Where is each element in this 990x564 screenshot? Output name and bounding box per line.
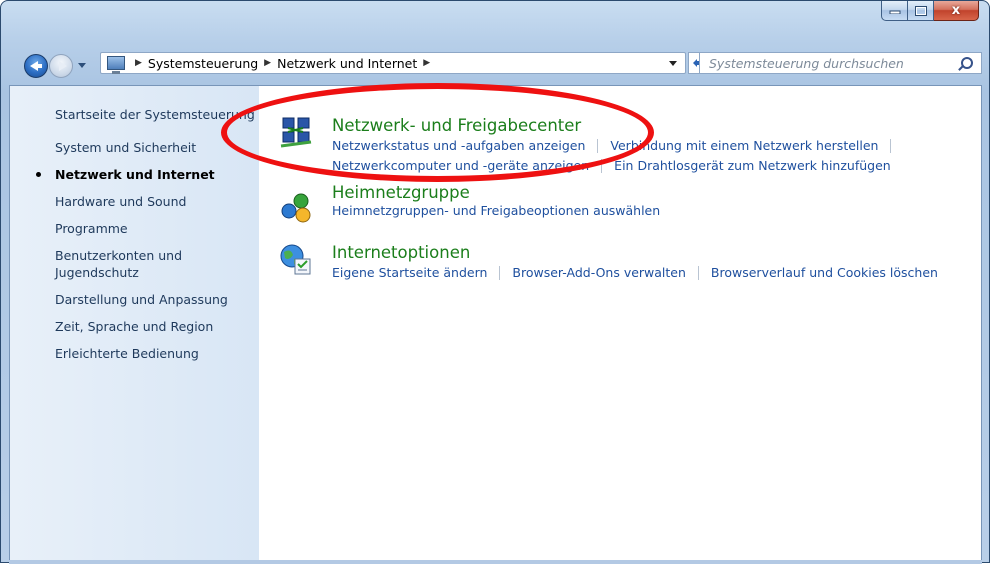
sidebar-item-user-accounts[interactable]: Benutzerkonten und Jugendschutz [10,247,195,281]
category-title[interactable]: Netzwerk- und Freigabecenter [332,116,581,135]
link-change-home-page[interactable]: Eigene Startseite ändern [332,265,487,280]
link-connect-network[interactable]: Verbindung mit einem Netzwerk herstellen [610,138,878,153]
recent-pages-dropdown[interactable] [78,63,86,68]
sidebar: Startseite der Systemsteuerung System un… [10,86,259,564]
maximize-icon [914,5,927,16]
category-title[interactable]: Heimnetzgruppe [332,183,470,202]
window-bottom-border [9,560,982,564]
control-panel-icon [107,56,125,74]
search-box[interactable]: Systemsteuerung durchsuchen [699,52,982,74]
link-separator [499,265,501,280]
link-separator [890,138,892,153]
sidebar-item-ease-of-access[interactable]: Erleichterte Bedienung [10,345,259,362]
link-network-status[interactable]: Netzwerkstatus und -aufgaben anzeigen [332,138,585,153]
forward-button[interactable] [49,54,73,78]
sidebar-item-hardware-sound[interactable]: Hardware und Sound [10,193,259,210]
internet-options-icon [280,244,311,275]
link-homegroup-options[interactable]: Heimnetzgruppen- und Freigabeoptionen au… [332,203,660,218]
breadcrumb-separator-icon[interactable]: ▶ [135,58,142,68]
breadcrumb-separator-icon[interactable]: ▶ [264,58,271,68]
window-frame: x ▶ Systemsteuerung ▶ Netzwerk und Inter… [0,0,990,564]
category-links-row: Netzwerkcomputer und -geräte anzeigen Ei… [332,158,891,173]
sidebar-item-system-security[interactable]: System und Sicherheit [10,139,259,156]
main-panel: Netzwerk- und Freigabecenter Netzwerksta… [259,86,981,564]
navigation-bar: ▶ Systemsteuerung ▶ Netzwerk und Interne… [8,51,982,81]
breadcrumb-separator-icon[interactable]: ▶ [423,58,430,68]
link-manage-addons[interactable]: Browser-Add-Ons verwalten [512,265,686,280]
sidebar-item-home[interactable]: Startseite der Systemsteuerung [10,106,259,123]
back-arrow-stem [36,64,42,68]
sidebar-item-clock-language-region[interactable]: Zeit, Sprache und Region [10,318,259,335]
search-input[interactable]: Systemsteuerung durchsuchen [709,56,904,71]
minimize-icon [889,10,900,14]
homegroup-icon [281,193,311,223]
link-separator [697,265,699,280]
link-network-computers[interactable]: Netzwerkcomputer und -geräte anzeigen [332,158,589,173]
content-area: Startseite der Systemsteuerung System un… [9,85,982,564]
link-add-wireless-device[interactable]: Ein Drahtlosgerät zum Netzwerk hinzufüge… [614,158,891,173]
category-links-row: Heimnetzgruppen- und Freigabeoptionen au… [332,203,660,218]
forward-arrow-icon [59,61,67,71]
link-separator [597,138,599,153]
category-links-row: Eigene Startseite ändern Browser-Add-Ons… [332,265,938,280]
breadcrumb-systemsteuerung[interactable]: Systemsteuerung [148,56,258,71]
close-icon: x [951,3,961,18]
sidebar-item-network-internet[interactable]: Netzwerk und Internet [10,166,259,183]
maximize-button[interactable] [908,1,934,21]
address-dropdown-icon[interactable] [669,60,677,66]
minimize-button[interactable] [881,1,908,21]
breadcrumb-netzwerk-und-internet[interactable]: Netzwerk und Internet [277,56,417,71]
caption-buttons: x [881,1,979,22]
close-button[interactable]: x [934,1,979,21]
link-separator [601,158,603,173]
sidebar-item-appearance[interactable]: Darstellung und Anpassung [10,291,259,308]
back-button[interactable] [24,54,48,78]
address-bar[interactable]: ▶ Systemsteuerung ▶ Netzwerk und Interne… [100,52,686,74]
search-icon[interactable] [961,57,973,69]
link-delete-history[interactable]: Browserverlauf und Cookies löschen [711,265,938,280]
category-links-row: Netzwerkstatus und -aufgaben anzeigen Ve… [332,138,903,153]
network-center-icon [280,117,312,148]
sidebar-item-programs[interactable]: Programme [10,220,259,237]
category-title[interactable]: Internetoptionen [332,243,470,262]
